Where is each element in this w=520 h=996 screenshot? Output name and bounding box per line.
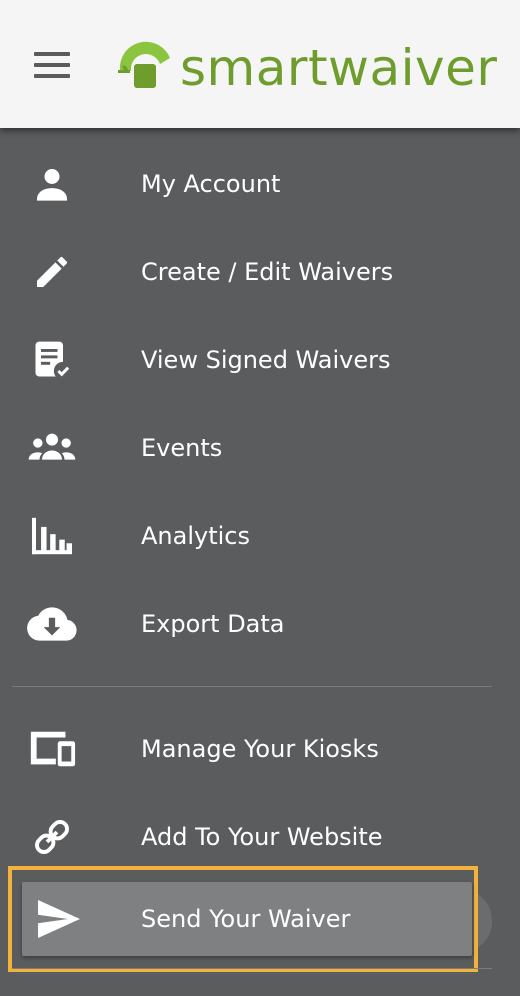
menu-item-label: Send Your Waiver xyxy=(141,905,351,933)
bar-chart-icon xyxy=(26,512,78,560)
pencil-icon xyxy=(26,248,78,296)
menu-item-send-waiver[interactable]: Send Your Waiver xyxy=(22,882,472,956)
menu-item-label: My Account xyxy=(141,170,281,198)
menu-item-create-edit-waivers[interactable]: Create / Edit Waivers xyxy=(0,228,520,316)
menu-item-events[interactable]: Events xyxy=(0,404,520,492)
menu-divider-bottom xyxy=(12,968,492,969)
link-icon xyxy=(26,813,78,861)
menu-item-view-signed-waivers[interactable]: View Signed Waivers xyxy=(0,316,520,404)
smartwaiver-logo-icon xyxy=(118,41,170,88)
person-icon xyxy=(26,160,78,208)
app-header: smartwaiver xyxy=(0,0,520,128)
menu-item-label: Manage Your Kiosks xyxy=(141,735,379,763)
menu-item-manage-kiosks[interactable]: Manage Your Kiosks xyxy=(0,705,520,793)
navigation-menu: My Account Create / Edit Waivers View Si… xyxy=(0,140,520,881)
signed-document-icon xyxy=(26,336,78,384)
cloud-download-icon xyxy=(26,600,78,648)
group-icon xyxy=(26,424,78,472)
menu-item-export-data[interactable]: Export Data xyxy=(0,580,520,668)
highlight-box: Send Your Waiver xyxy=(8,866,478,972)
menu-item-label: Create / Edit Waivers xyxy=(141,258,394,286)
menu-item-label: View Signed Waivers xyxy=(141,346,391,374)
menu-item-label: Events xyxy=(141,434,223,462)
menu-item-label: Export Data xyxy=(141,610,285,638)
send-icon xyxy=(34,896,84,942)
devices-icon xyxy=(26,725,78,773)
menu-item-my-account[interactable]: My Account xyxy=(0,140,520,228)
menu-item-label: Analytics xyxy=(141,522,250,550)
hamburger-menu-icon[interactable] xyxy=(34,52,70,78)
menu-item-analytics[interactable]: Analytics xyxy=(0,492,520,580)
logo-text: smartwaiver xyxy=(180,39,498,97)
